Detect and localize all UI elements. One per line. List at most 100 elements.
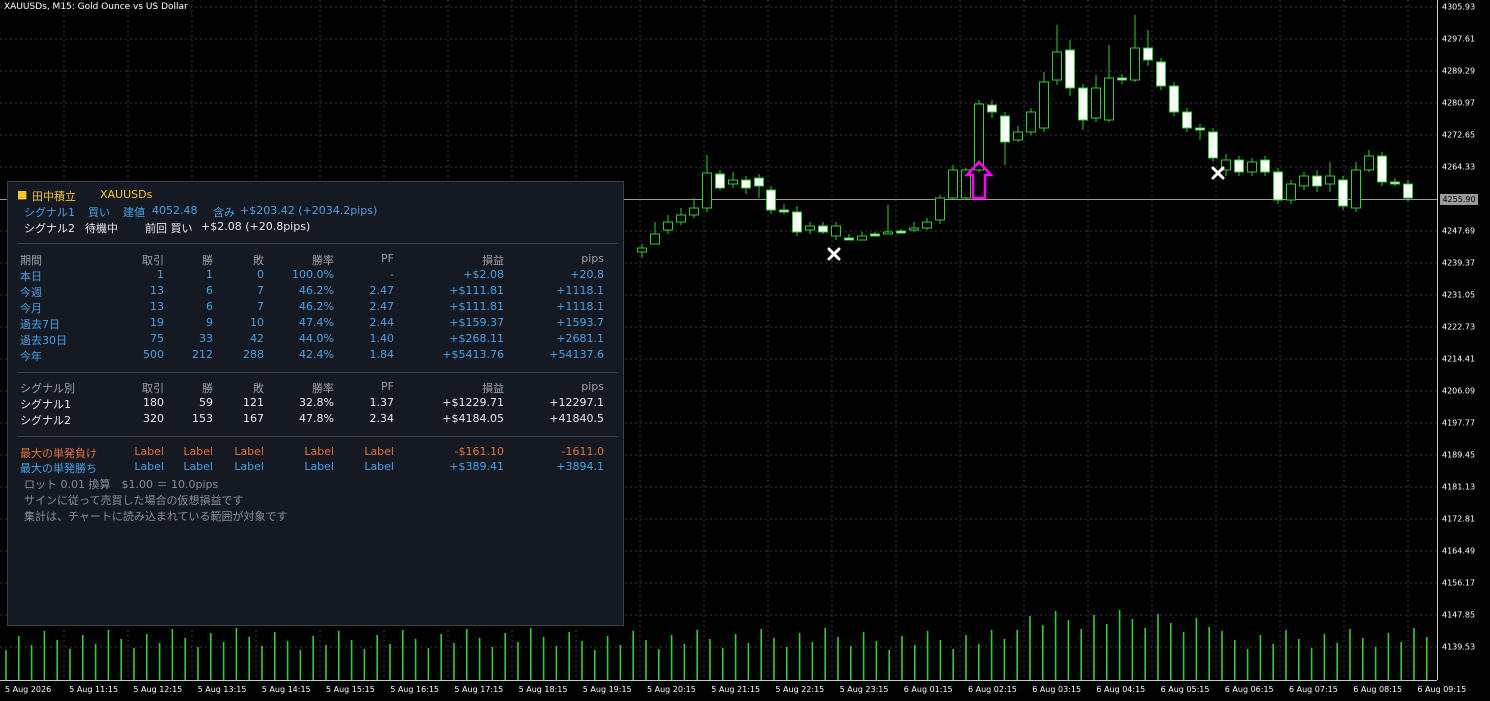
time-tick: 6 Aug 04:15 [1096,685,1146,694]
signal1-side: 買い [88,206,110,219]
price-tick: 4172.81 [1442,514,1476,524]
period-row-cell: 今週 [20,286,42,299]
time-tick: 6 Aug 08:15 [1353,685,1403,694]
period-header-cell: PF [381,252,394,265]
signal-row-cell: 121 [243,396,264,409]
panel-title: 田中積立 [32,190,76,203]
candle-body [1403,183,1413,199]
period-row-cell: 2.44 [369,316,395,329]
period-row-cell: 46.2% [299,300,334,313]
signal-header-cell: 損益 [482,382,504,395]
candle-body [1013,131,1023,141]
candle-body [754,177,764,187]
candle-body [1078,87,1088,121]
max-loss-cell: Label [364,445,394,458]
note-lot: ロット 0.01 換算 $1.00 ＝ 10.0pips [24,478,219,491]
period-row-cell: +1118.1 [556,300,604,313]
signal-row-cell: 59 [199,396,213,409]
signal-row-cell: 180 [143,396,164,409]
price-tick: 4289.29 [1442,66,1476,76]
panel-title-bullet-icon: ■ [17,188,28,201]
candle-body [1000,115,1010,143]
signal-row-cell: +12297.1 [549,396,604,409]
candle-body [792,211,802,233]
signal-header-cell: PF [381,380,394,393]
candle-body [844,237,854,241]
price-axis[interactable]: 4305.93 4297.61 4289.29 4280.97 4272.65 4264.… [1437,0,1490,680]
time-tick: 5 Aug 18:15 [518,685,568,694]
period-row-cell: 47.4% [299,316,334,329]
period-row-cell: +$5413.76 [442,348,504,361]
period-row-cell: 10 [250,316,264,329]
signal1-unreal-label: 含み [213,206,235,219]
time-tick: 6 Aug 06:15 [1224,685,1274,694]
divider [18,372,618,373]
time-tick: 5 Aug 22:15 [775,685,825,694]
period-row-cell: 500 [143,348,164,361]
price-tick: 4231.05 [1442,290,1476,300]
time-tick: 5 Aug 16:15 [390,685,440,694]
period-row-cell: 1 [157,268,164,281]
signal1-name: シグナル1 [24,206,75,219]
note-range: 集計は、チャートに読み込まれている範囲が対象です [24,510,288,523]
candle-body [896,230,906,234]
signal-row-cell: 320 [143,412,164,425]
candle-body [1377,155,1387,183]
price-tick: 4197.77 [1442,418,1476,428]
candle-body [948,169,958,199]
time-tick: 5 Aug 13:15 [197,685,247,694]
signal-header-cell: pips [581,380,604,393]
period-row-cell: 1.40 [369,332,395,345]
stats-panel[interactable]: ■ 田中積立 XAUUSDs シグナル1 買い 建値 4052.48 含み +$… [7,181,624,626]
period-header-cell: 期間 [20,254,42,267]
period-row-cell: 7 [257,284,264,297]
candle-body [1390,181,1400,185]
signal2-name: シグナル2 [24,222,75,235]
exit-cross-icon [1211,166,1225,180]
time-tick: 6 Aug 09:15 [1417,685,1467,694]
period-row-cell: 100.0% [292,268,334,281]
period-row-cell: 2.47 [369,300,395,313]
period-row-cell: 13 [150,300,164,313]
period-row-cell: 13 [150,284,164,297]
period-row-cell: +54137.6 [549,348,604,361]
time-axis[interactable]: 5 Aug 2026 5 Aug 11:15 5 Aug 12:15 5 Aug 13… [0,680,1466,701]
time-tick: 6 Aug 02:15 [968,685,1017,694]
candle-body [1104,77,1114,121]
period-row-cell: +1118.1 [556,284,604,297]
period-row-cell: 1 [206,268,213,281]
candle-body [1052,51,1062,81]
time-tick: 5 Aug 23:15 [839,685,889,694]
period-row-cell: 19 [150,316,164,329]
price-tick: 4147.85 [1442,610,1476,620]
period-row-cell: 7 [257,300,264,313]
chart-title: XAUUSDs, M15: Gold Ounce vs US Dollar [4,2,188,12]
period-header-cell: pips [581,252,604,265]
exit-cross-icon [827,247,841,261]
candle-body [987,104,997,113]
period-row-cell: 9 [206,316,213,329]
candle-body [857,235,867,241]
price-tick: 4272.65 [1442,130,1476,140]
time-tick: 5 Aug 20:15 [647,685,696,694]
max-win-cell: +3894.1 [556,460,604,473]
time-tick: 5 Aug 17:15 [454,685,504,694]
max-win-cell: Label [183,460,213,473]
candle-body [1351,169,1361,209]
time-tick: 6 Aug 07:15 [1289,685,1338,694]
signal-row-cell: シグナル2 [20,414,71,427]
candle-body [1182,111,1192,129]
candle-body [1260,159,1270,173]
period-row-cell: 1.84 [369,348,395,361]
divider [18,243,618,244]
price-tick: 4214.41 [1442,354,1476,364]
period-row-cell: 0 [257,268,264,281]
price-tick: 4189.45 [1442,450,1476,460]
max-win-cell: Label [234,460,264,473]
time-tick: 5 Aug 12:15 [133,685,183,694]
candle-body [805,225,815,231]
period-row-cell: 212 [192,348,213,361]
signal-row-cell: 1.37 [369,396,395,409]
current-price-label: 4255.90 [1440,194,1478,205]
max-win-cell: Label [134,460,164,473]
